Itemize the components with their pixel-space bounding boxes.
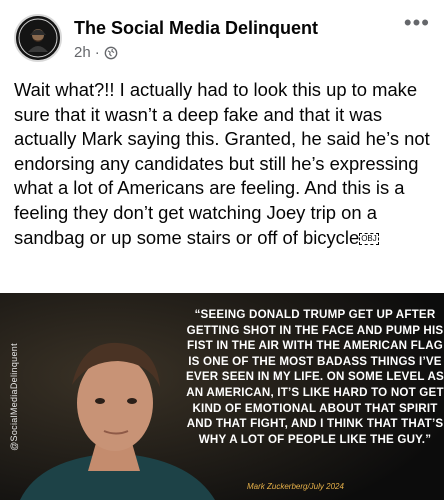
meta-separator: · (94, 44, 100, 61)
watermark: @SocialMediaDelinquent (9, 342, 19, 451)
post-text: Wait what?!! I actually had to look this… (14, 79, 430, 248)
globe-icon (104, 46, 118, 60)
page-name[interactable]: The Social Media Delinquent (74, 18, 318, 39)
quote-text: “Seeing Donald Trump get up after gettin… (186, 308, 444, 446)
post-time[interactable]: 2h (74, 44, 91, 61)
post-meta: 2h · (74, 44, 118, 61)
more-options-button[interactable]: ••• (404, 10, 430, 36)
post-header: The Social Media Delinquent 2h · ••• (0, 0, 444, 68)
post-image[interactable]: @SocialMediaDelinquent “Seeing Donald Tr… (0, 293, 444, 500)
avatar-illustration (16, 16, 60, 60)
post-body: Wait what?!! I actually had to look this… (14, 78, 432, 250)
quote-attribution: Mark Zuckerberg/July 2024 (247, 482, 344, 491)
object-placeholder-icon: OBJ (359, 232, 379, 245)
page-avatar[interactable] (14, 14, 62, 62)
